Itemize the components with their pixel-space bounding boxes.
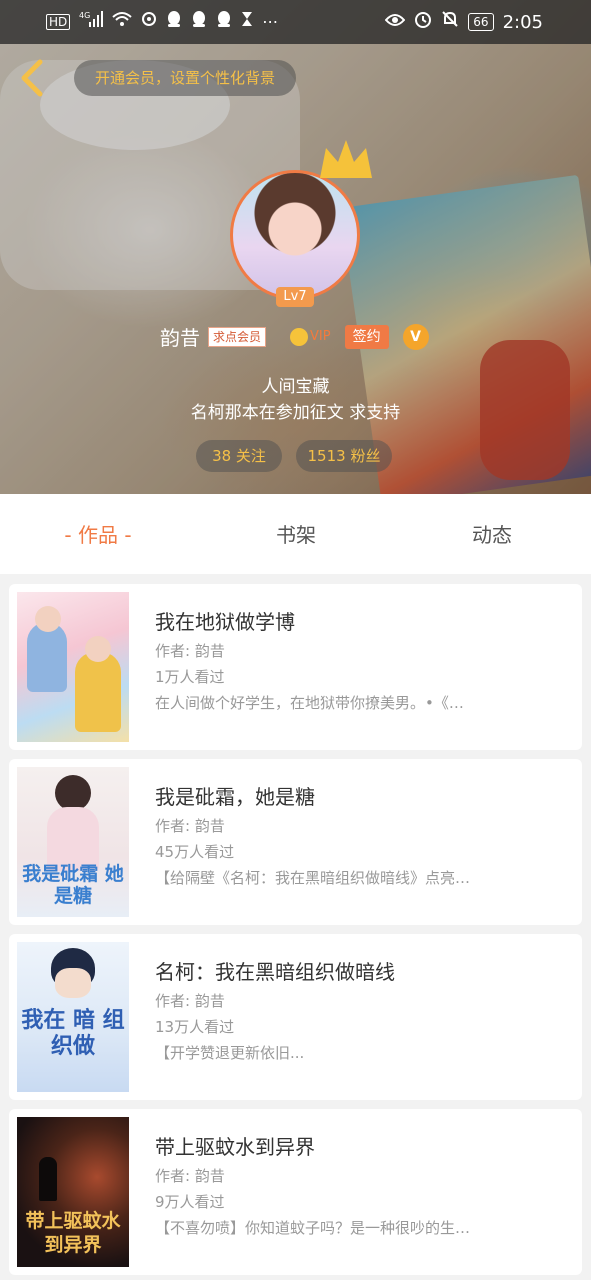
hd-indicator: HD	[46, 14, 71, 30]
vip-background-banner[interactable]: 开通会员，设置个性化背景	[74, 60, 296, 96]
tab-activity[interactable]: 动态	[434, 494, 550, 574]
book-description: 在人间做个好学生，在地狱带你撩美男。•《…	[155, 694, 464, 712]
crown-icon	[320, 140, 372, 178]
eye-icon	[384, 11, 406, 33]
username: 韵昔	[160, 326, 200, 350]
qq-icon	[166, 10, 182, 34]
member-tag: 求点会员	[208, 326, 267, 347]
status-bar: HD 4G ⋯ 66 2:05	[0, 0, 591, 44]
book-card[interactable]: 我是砒霜 她是糖 我是砒霜，她是糖 作者: 韵昔 45万人看过 【给隔壁《名柯：…	[9, 759, 582, 925]
book-card[interactable]: 我在 暗 组织做 名柯：我在黑暗组织做暗线 作者: 韵昔 13万人看过 【开学赞…	[9, 934, 582, 1100]
motto-line-2: 名柯那本在参加征文 求支持	[190, 403, 401, 423]
followers-count[interactable]: 1513 粉丝	[296, 440, 392, 472]
mute-bell-icon	[441, 10, 459, 34]
book-title: 我在地狱做学博	[155, 610, 295, 634]
profile-tabs: - 作品 - 书架 动态	[0, 494, 591, 574]
avatar[interactable]	[230, 170, 360, 300]
book-card[interactable]: 带上驱蚊水 到异界 带上驱蚊水到异界 作者: 韵昔 9万人看过 【不喜勿喷】你知…	[9, 1109, 582, 1275]
cover-title-text: 我是砒霜 她是糖	[22, 863, 124, 907]
qq-icon-3	[216, 10, 232, 34]
avatar-container[interactable]	[230, 140, 372, 300]
book-author: 作者: 韵昔	[155, 1167, 225, 1185]
alarm-icon	[414, 10, 432, 34]
svg-text:4G: 4G	[79, 11, 90, 20]
book-description: 【开学赞退更新依旧...	[155, 1044, 305, 1062]
book-author: 作者: 韵昔	[155, 642, 225, 660]
cover-title-text: 带上驱蚊水 到异界	[25, 1210, 121, 1256]
app-notification-icon	[141, 11, 157, 33]
book-title: 名柯：我在黑暗组织做暗线	[155, 960, 395, 984]
vip-coin-icon	[290, 327, 309, 346]
vip-badge[interactable]: VIP	[290, 327, 331, 346]
following-count[interactable]: 38 关注	[196, 440, 282, 472]
verified-icon: V	[402, 323, 429, 350]
tab-bookshelf[interactable]: 书架	[238, 494, 354, 574]
book-cover: 带上驱蚊水 到异界	[17, 1117, 129, 1267]
battery-indicator: 66	[468, 13, 494, 31]
book-reads: 1万人看过	[155, 668, 225, 686]
more-notifications-icon: ⋯	[262, 12, 279, 31]
book-card[interactable]: 我在地狱做学博 作者: 韵昔 1万人看过 在人间做个好学生，在地狱带你撩美男。•…	[9, 584, 582, 750]
motto-line-1: 人间宝藏	[261, 377, 330, 397]
tab-works[interactable]: - 作品 -	[40, 494, 156, 574]
book-cover	[17, 592, 129, 742]
book-reads: 13万人看过	[155, 1018, 235, 1036]
wifi-icon	[112, 11, 132, 33]
cover-title-text: 我在 暗 组织做	[21, 1008, 125, 1059]
book-cover: 我在 暗 组织做	[17, 942, 129, 1092]
back-button[interactable]	[14, 56, 48, 100]
book-title: 我是砒霜，她是糖	[155, 785, 315, 809]
qq-icon-2	[191, 10, 207, 34]
signed-badge: 签约	[344, 324, 389, 349]
book-cover: 我是砒霜 她是糖	[17, 767, 129, 917]
user-name-row: 韵昔 求点会员 VIP 签约 V	[160, 322, 429, 351]
book-reads: 45万人看过	[155, 843, 235, 861]
book-description: 【给隔壁《名柯：我在黑暗组织做暗线》点亮…	[155, 869, 471, 887]
signal-icon: 4G	[79, 10, 104, 34]
chevron-left-icon	[21, 59, 43, 97]
book-author: 作者: 韵昔	[155, 817, 225, 835]
book-author: 作者: 韵昔	[155, 992, 225, 1010]
book-reads: 9万人看过	[155, 1193, 225, 1211]
vip-label: VIP	[310, 329, 331, 344]
book-title: 带上驱蚊水到异界	[155, 1135, 315, 1159]
book-description: 【不喜勿喷】你知道蚊子吗？是一种很吵的生…	[155, 1219, 471, 1237]
level-badge: Lv7	[276, 287, 314, 307]
hourglass-icon	[241, 11, 253, 33]
clock: 2:05	[502, 11, 543, 33]
